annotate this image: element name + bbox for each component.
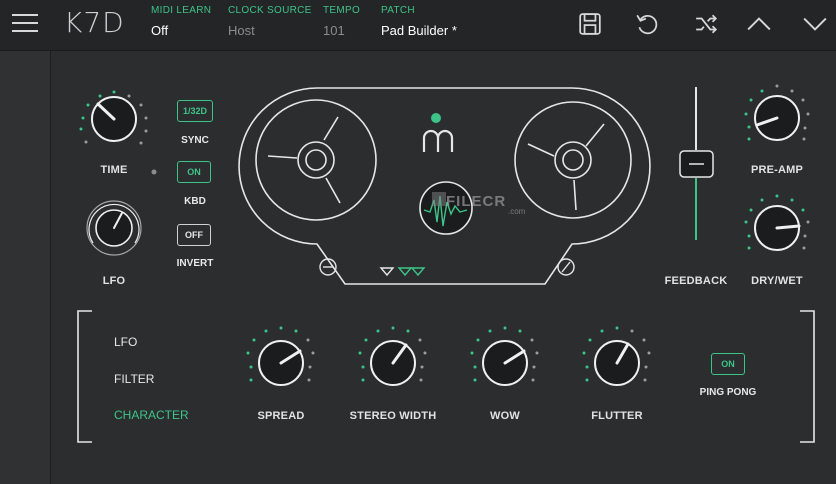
sync-toggle[interactable]: 1/32D xyxy=(177,100,213,122)
flutter-label: FLUTTER xyxy=(591,410,643,422)
right-tape-reel xyxy=(514,101,632,219)
pre-amp-label: PRE-AMP xyxy=(750,164,804,176)
kbd-toggle[interactable]: ON xyxy=(177,161,211,183)
watermark-sub: .com xyxy=(508,207,526,216)
kbd-label: KBD xyxy=(184,196,206,207)
ping-pong-toggle[interactable]: ON xyxy=(711,353,745,375)
flutter-knob[interactable] xyxy=(582,326,651,386)
pre-amp-knob[interactable] xyxy=(744,84,810,141)
wow-label: WOW xyxy=(490,410,520,422)
stereo-width-knob[interactable] xyxy=(358,326,427,386)
invert-label: INVERT xyxy=(176,258,214,269)
watermark xyxy=(432,192,446,206)
left-tape-reel xyxy=(255,99,377,221)
dry-wet-knob[interactable] xyxy=(744,194,810,251)
tab-character[interactable]: CHARACTER xyxy=(114,408,189,422)
spread-knob[interactable] xyxy=(246,326,315,386)
stereo-width-label: STEREO WIDTH xyxy=(349,410,437,422)
right-bracket xyxy=(800,310,815,443)
tab-lfo[interactable]: LFO xyxy=(114,335,137,349)
lfo-knob[interactable] xyxy=(86,200,142,256)
feedback-slider[interactable] xyxy=(679,87,714,240)
invert-toggle[interactable]: OFF xyxy=(177,224,211,246)
dry-wet-label: DRY/WET xyxy=(751,275,803,287)
sync-label: SYNC xyxy=(181,135,209,146)
watermark-text: FILECR xyxy=(446,193,507,210)
spread-label: SPREAD xyxy=(257,410,305,422)
wow-knob[interactable] xyxy=(470,326,539,386)
head-indicator-icons xyxy=(379,267,426,277)
screw-right-icon xyxy=(557,258,575,276)
tab-filter[interactable]: FILTER xyxy=(114,372,154,386)
left-bracket xyxy=(77,310,92,443)
time-knob[interactable] xyxy=(79,90,148,145)
ping-pong-label: PING PONG xyxy=(699,387,757,398)
lfo-label: LFO xyxy=(102,275,126,287)
brand-logo-icon xyxy=(422,113,454,152)
time-label: TIME xyxy=(100,164,128,176)
